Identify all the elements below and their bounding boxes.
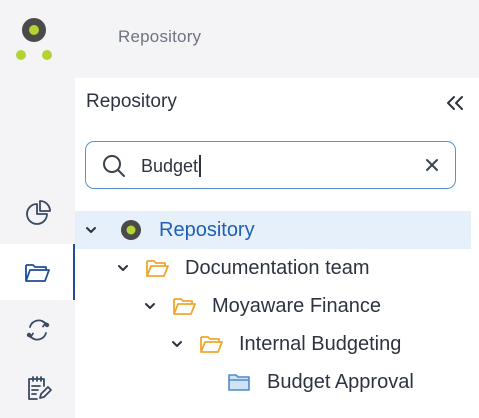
app-logo[interactable] xyxy=(14,16,54,62)
repository-panel: Repository Budget Repository Documentati… xyxy=(75,78,479,418)
chevron-down-icon[interactable] xyxy=(116,261,130,275)
search-input[interactable]: Budget xyxy=(141,155,202,177)
tree-node-label: Moyaware Finance xyxy=(212,295,381,317)
tree-node-label: Internal Budgeting xyxy=(239,333,402,355)
top-bar: Repository xyxy=(75,0,479,78)
app-window: Repository Repository Budget Repository … xyxy=(0,0,479,418)
pie-chart-icon xyxy=(25,200,51,225)
rail-item-tasks[interactable] xyxy=(0,360,75,416)
tree-node-moyaware-finance[interactable]: Moyaware Finance xyxy=(75,287,471,325)
clear-search-icon[interactable] xyxy=(423,156,441,174)
tree-node-label: Repository xyxy=(159,219,255,241)
folder-open-icon xyxy=(200,336,223,353)
folder-icon xyxy=(24,264,50,282)
rail-item-dashboard[interactable] xyxy=(0,184,75,240)
collapse-panel-icon[interactable] xyxy=(445,94,465,112)
tree-node-documentation-team[interactable]: Documentation team xyxy=(75,249,471,287)
checklist-edit-icon xyxy=(27,376,52,400)
tree-node-internal-budgeting[interactable]: Internal Budgeting xyxy=(75,325,471,363)
tree-node-root[interactable]: Repository xyxy=(75,211,471,249)
tree-node-label: Budget Approval xyxy=(267,371,414,393)
tree-node-budget-approval[interactable]: Budget Approval xyxy=(75,363,471,401)
panel-title: Repository xyxy=(86,91,177,112)
rail-item-repository[interactable] xyxy=(0,244,75,300)
folder-open-icon xyxy=(146,260,169,277)
chevron-down-icon[interactable] xyxy=(143,299,157,313)
folder-icon xyxy=(228,374,250,391)
repository-tree: Repository Documentation team Moyaware F… xyxy=(75,211,471,401)
left-rail xyxy=(0,0,75,418)
repository-logo-icon xyxy=(121,220,141,240)
chevron-down-icon[interactable] xyxy=(170,337,184,351)
folder-open-icon xyxy=(173,298,196,315)
chevron-down-icon[interactable] xyxy=(84,223,98,237)
breadcrumb: Repository xyxy=(118,27,202,46)
rail-item-sync[interactable] xyxy=(0,302,75,358)
search-field[interactable]: Budget xyxy=(85,141,456,189)
sync-icon xyxy=(26,319,49,341)
tree-node-label: Documentation team xyxy=(185,257,370,279)
search-icon xyxy=(103,155,125,177)
